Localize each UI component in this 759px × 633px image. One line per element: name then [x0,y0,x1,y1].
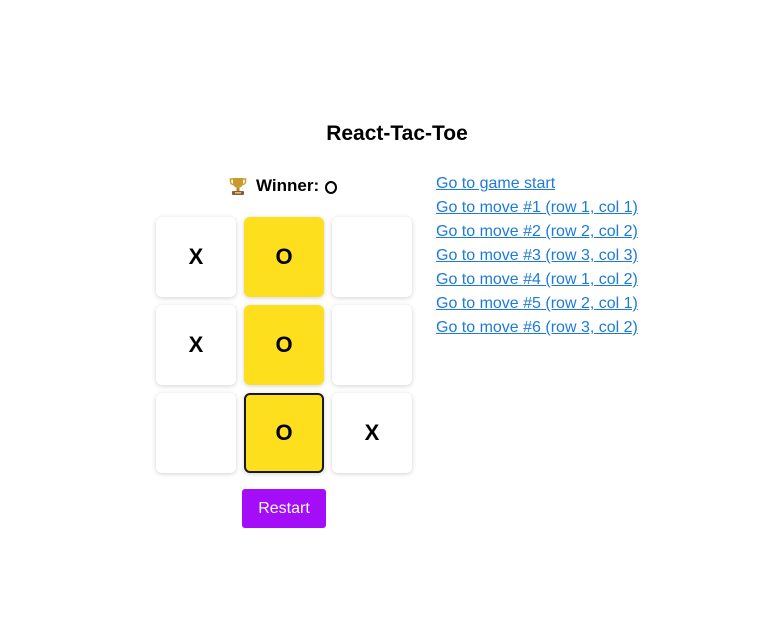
history-item: Go to move #1 (row 1, col 1) [436,198,638,222]
board-cell-r2-c1[interactable]: X [156,305,236,385]
board-cell-r1-c2[interactable]: O [244,217,324,297]
go-to-move-1-link[interactable]: Go to move #1 (row 1, col 1) [436,199,638,216]
go-to-move-2-link[interactable]: Go to move #2 (row 2, col 2) [436,223,638,240]
go-to-move-3-link[interactable]: Go to move #3 (row 3, col 3) [436,247,638,264]
history-item: Go to move #4 (row 1, col 2) [436,270,638,294]
board-cell-r3-c2[interactable]: O [244,393,324,473]
history-item: Go to move #3 (row 3, col 3) [436,246,638,270]
history-item: Go to move #5 (row 2, col 1) [436,294,638,318]
board-cell-r2-c2[interactable]: O [244,305,324,385]
trophy-icon [229,176,247,196]
board-cell-r3-c1[interactable] [156,393,236,473]
status-label: Winner: [256,176,320,195]
board-cell-r1-c3[interactable] [332,217,412,297]
game-status: Winner: [229,176,338,196]
go-to-move-5-link[interactable]: Go to move #5 (row 2, col 1) [436,295,638,312]
history-item: Go to game start [436,174,638,198]
winner-o-mark [325,180,338,194]
go-to-move-6-link[interactable]: Go to move #6 (row 3, col 2) [436,319,638,336]
go-to-start-link[interactable]: Go to game start [436,175,555,192]
history-item: Go to move #2 (row 2, col 2) [436,222,638,246]
history-item: Go to move #6 (row 3, col 2) [436,318,638,342]
board-cell-r2-c3[interactable] [332,305,412,385]
game-board: XOXOOX [156,217,412,473]
restart-button[interactable]: Restart [242,489,326,528]
move-history: Go to game start Go to move #1 (row 1, co… [436,174,638,342]
board-cell-r1-c1[interactable]: X [156,217,236,297]
go-to-move-4-link[interactable]: Go to move #4 (row 1, col 2) [436,271,638,288]
game-title: React-Tac-Toe [326,122,468,145]
board-cell-r3-c3[interactable]: X [332,393,412,473]
